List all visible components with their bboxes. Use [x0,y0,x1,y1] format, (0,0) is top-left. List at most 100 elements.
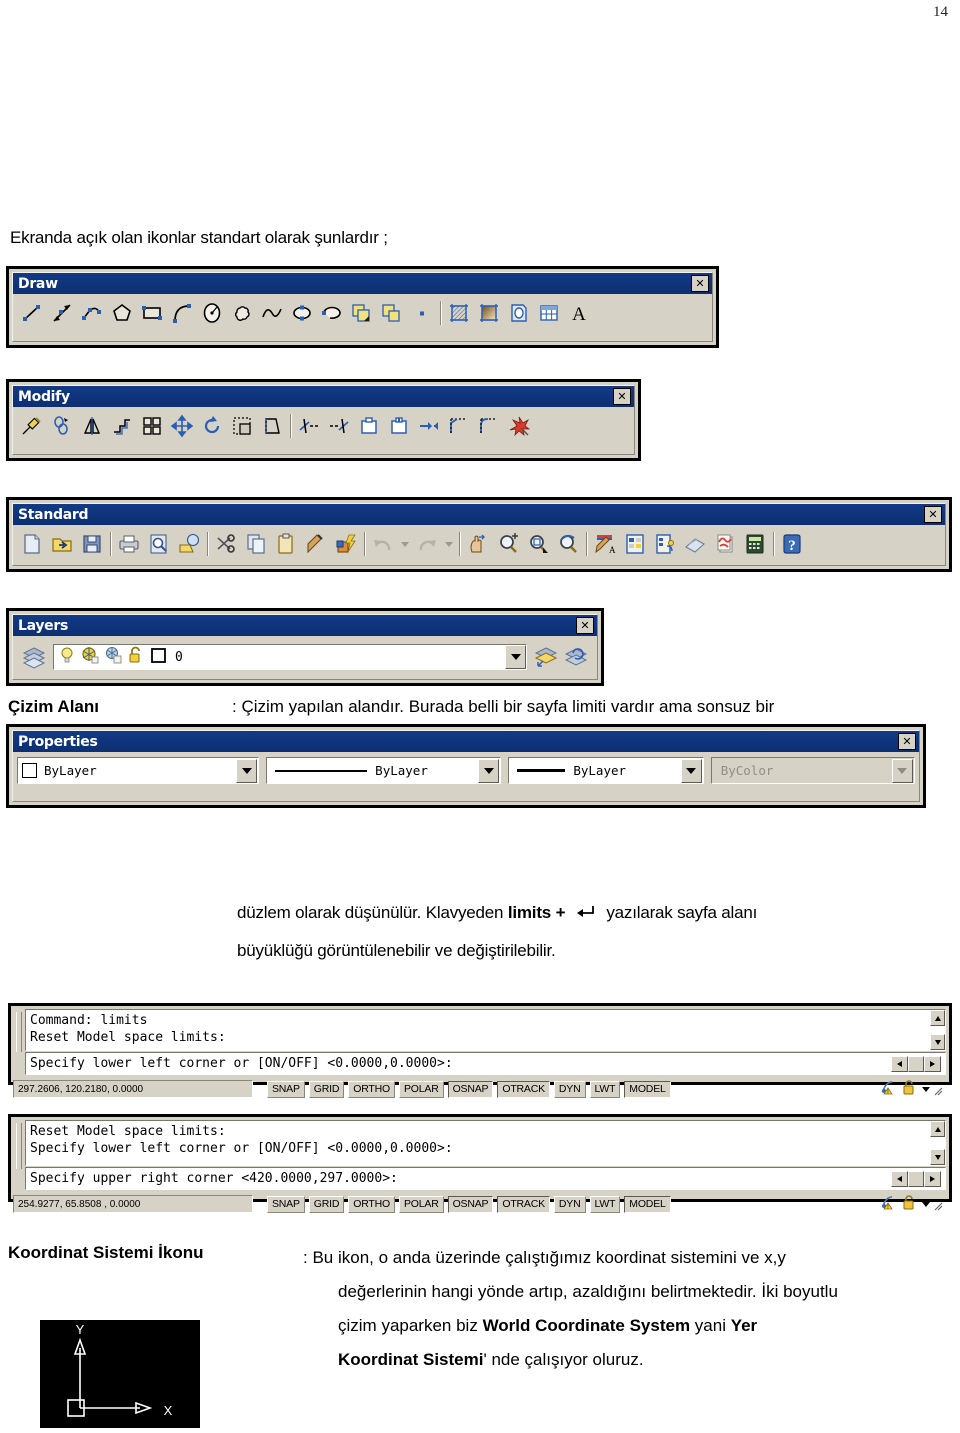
plot-icon[interactable] [114,529,144,559]
designcenter-icon[interactable] [620,529,650,559]
save-icon[interactable] [77,529,107,559]
status-toggle-polar[interactable]: POLAR [398,1080,444,1098]
move-icon[interactable] [167,411,197,441]
close-icon[interactable]: ✕ [924,506,942,523]
properties-toolbar[interactable]: Properties ✕ ByLayer ByLayer ByLayer ByC… [6,724,926,808]
communication-center-icon[interactable]: ! [880,1193,898,1216]
layer-freeze-current-viewport-icon[interactable] [103,645,123,670]
scroll-up-icon[interactable] [930,1010,945,1026]
modify-toolbar-titlebar[interactable]: Modify ✕ [13,386,634,407]
make-object-layer-current-icon[interactable] [531,642,561,672]
open-icon[interactable] [47,529,77,559]
redo-dropdown-icon[interactable] [442,529,456,559]
status-toggle-grid[interactable]: GRID [308,1080,345,1098]
coordinate-readout-1[interactable]: 297.2606, 120.2180, 0.0000 [13,1080,253,1098]
status-toggle-otrack[interactable]: OTRACK [497,1080,550,1098]
fillet-icon[interactable] [474,411,504,441]
status-toggle-model[interactable]: MODEL [624,1080,671,1098]
scroll-left-icon[interactable] [891,1055,908,1072]
spline-icon[interactable] [257,298,287,328]
scroll-right-icon[interactable] [924,1055,941,1072]
layer-previous-icon[interactable] [561,642,591,672]
command-history-scrollbar-1[interactable] [930,1010,945,1050]
zoom-previous-icon[interactable] [553,529,583,559]
close-icon[interactable]: ✕ [691,275,709,292]
hatch-icon[interactable] [444,298,474,328]
arc-icon[interactable] [167,298,197,328]
gradient-icon[interactable] [474,298,504,328]
explode-icon[interactable] [504,411,534,441]
zoom-realtime-icon[interactable] [493,529,523,559]
color-control-combo[interactable]: ByLayer [15,756,261,785]
layer-color-swatch-icon[interactable] [149,645,169,670]
copy-clip-icon[interactable] [241,529,271,559]
construction-line-icon[interactable] [47,298,77,328]
break-at-point-icon[interactable] [384,411,414,441]
rotate-icon[interactable] [197,411,227,441]
match-properties-icon[interactable] [301,529,331,559]
status-toggle-snap[interactable]: SNAP [267,1195,305,1213]
close-icon[interactable]: ✕ [898,733,916,750]
block-editor-icon[interactable] [331,529,361,559]
array-icon[interactable] [137,411,167,441]
multiline-text-icon[interactable]: A [564,298,594,328]
scroll-thumb[interactable] [908,1055,924,1072]
quickcalc-icon[interactable] [740,529,770,559]
status-toggle-model[interactable]: MODEL [624,1195,671,1213]
status-toggle-dyn[interactable]: DYN [553,1195,586,1213]
layers-toolbar[interactable]: Layers ✕ 0 [6,608,604,686]
lineweight-dropdown-arrow-icon[interactable] [680,758,702,783]
cut-icon[interactable] [211,529,241,559]
scroll-left-icon[interactable] [891,1170,908,1187]
undo-dropdown-icon[interactable] [398,529,412,559]
command-prompt-hscrollbar-1[interactable] [891,1055,941,1072]
command-window-1[interactable]: Command: limits Reset Model space limits… [8,1003,952,1098]
ellipse-arc-icon[interactable] [317,298,347,328]
status-toggle-snap[interactable]: SNAP [267,1080,305,1098]
rectangle-icon[interactable] [137,298,167,328]
extend-icon[interactable] [324,411,354,441]
properties-icon[interactable]: A [590,529,620,559]
linetype-control-combo[interactable]: ByLayer [265,756,503,785]
make-block-icon[interactable] [377,298,407,328]
table-icon[interactable] [534,298,564,328]
layers-toolbar-titlebar[interactable]: Layers ✕ [13,615,597,636]
circle-icon[interactable] [197,298,227,328]
help-icon[interactable]: ? [777,529,807,559]
layer-freeze-thaw-icon[interactable] [80,645,100,670]
color-dropdown-arrow-icon[interactable] [236,758,258,783]
stretch-icon[interactable] [257,411,287,441]
modify-toolbar[interactable]: Modify ✕ [6,379,641,461]
standard-toolbar[interactable]: Standard ✕ A ? [6,497,952,572]
status-toggle-ortho[interactable]: ORTHO [348,1080,395,1098]
lock-toolbars-icon[interactable] [901,1193,919,1216]
command-window-grip[interactable] [16,1123,22,1169]
draw-toolbar-titlebar[interactable]: Draw ✕ [13,273,712,294]
status-toggle-dyn[interactable]: DYN [553,1080,586,1098]
scale-icon[interactable] [227,411,257,441]
scroll-down-icon[interactable] [930,1149,945,1165]
trim-icon[interactable] [294,411,324,441]
command-window-grip[interactable] [16,1012,22,1052]
point-icon[interactable] [407,298,437,328]
scroll-up-icon[interactable] [930,1121,945,1137]
command-prompt-1[interactable]: Specify lower left corner or [ON/OFF] <0… [25,1052,946,1075]
redo-icon[interactable] [412,529,442,559]
tool-palettes-icon[interactable] [650,529,680,559]
command-history-scrollbar-2[interactable] [930,1121,945,1165]
command-prompt-hscrollbar-2[interactable] [891,1170,941,1187]
pan-realtime-icon[interactable] [463,529,493,559]
join-icon[interactable] [414,411,444,441]
layer-properties-manager-icon[interactable] [19,642,49,672]
mirror-icon[interactable] [77,411,107,441]
status-toggle-polar[interactable]: POLAR [398,1195,444,1213]
draw-toolbar[interactable]: Draw ✕ A [6,266,719,348]
publish-icon[interactable] [174,529,204,559]
close-icon[interactable]: ✕ [576,617,594,634]
command-window-2[interactable]: Reset Model space limits: Specify lower … [8,1114,952,1213]
break-icon[interactable] [354,411,384,441]
layer-control-combo[interactable]: 0 [53,644,527,670]
markup-set-manager-icon[interactable] [710,529,740,559]
close-icon[interactable]: ✕ [613,388,631,405]
zoom-window-icon[interactable] [523,529,553,559]
